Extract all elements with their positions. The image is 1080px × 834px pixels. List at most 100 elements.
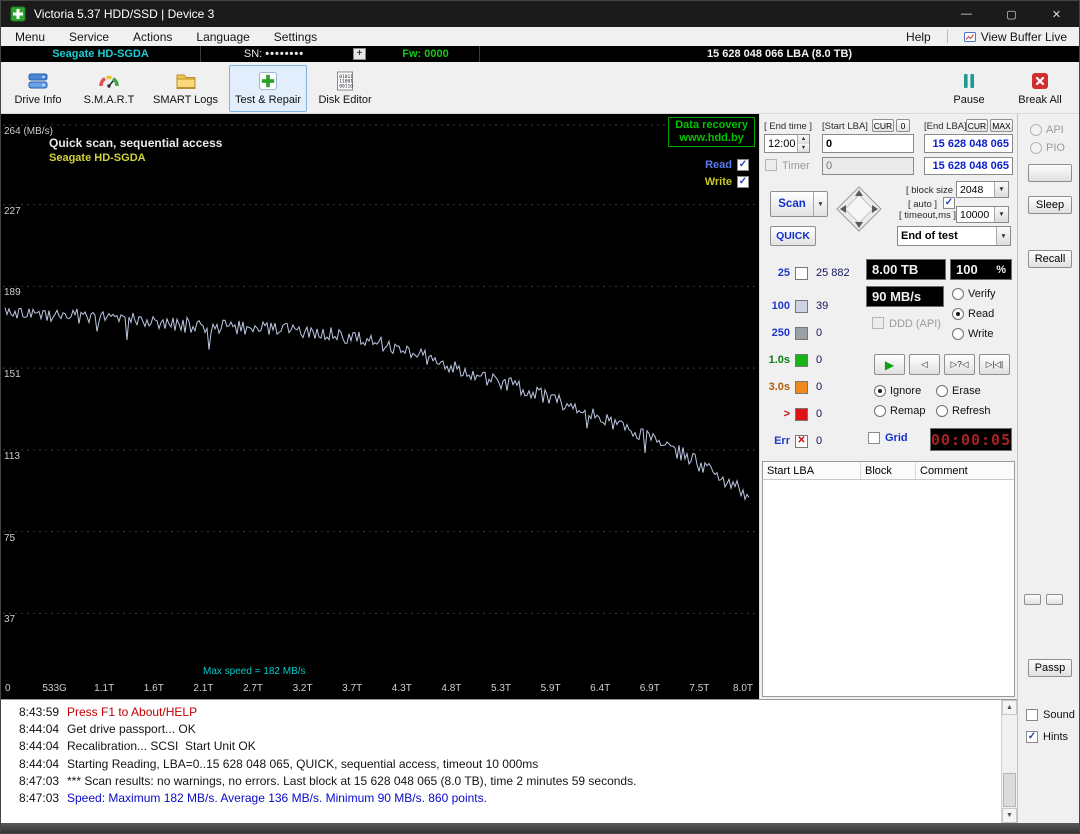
scroll-down-icon[interactable]: ▼ <box>1002 808 1017 823</box>
ddd-api-label: DDD (API) <box>889 318 941 330</box>
view-buffer-live-button[interactable]: View Buffer Live <box>952 27 1079 46</box>
menu-help[interactable]: Help <box>894 27 943 46</box>
y-axis-tick-label: 227 <box>4 206 21 217</box>
drive-info-button[interactable]: Drive Info <box>5 65 71 112</box>
column-comment[interactable]: Comment <box>916 462 1014 479</box>
error-checkbox[interactable]: ✕ <box>795 435 808 448</box>
minimize-button[interactable]: — <box>944 1 989 27</box>
elapsed-time-lcd: 00:00:05 <box>930 428 1012 451</box>
scroll-thumb[interactable] <box>1003 773 1016 807</box>
small-button-2[interactable] <box>1046 594 1063 605</box>
log-scrollbar[interactable]: ▲ ▼ <box>1001 700 1017 823</box>
start-lba-zero-button[interactable]: 0 <box>896 119 910 132</box>
quick-button[interactable]: QUICK <box>770 226 816 246</box>
hints-checkbox[interactable]: ✓Hints <box>1026 731 1068 743</box>
block-size-combo[interactable]: 2048▼ <box>956 181 1009 198</box>
timeout-combo[interactable]: 10000▼ <box>956 206 1009 223</box>
capacity-lcd: 8.00 TB <box>866 259 946 280</box>
serial-reveal-button[interactable]: + <box>353 48 366 60</box>
scan-button[interactable]: Scan <box>771 192 813 216</box>
chart-title: Quick scan, sequential access <box>49 136 222 150</box>
grid-checkbox[interactable] <box>868 432 880 444</box>
close-button[interactable]: ✕ <box>1034 1 1079 27</box>
log-timestamp: 8:43:59 <box>19 704 67 721</box>
sound-checkbox[interactable]: Sound <box>1026 709 1075 721</box>
passport-button[interactable]: Passp <box>1028 659 1072 677</box>
small-button-1[interactable] <box>1024 594 1041 605</box>
step-back-button[interactable]: ◁ <box>909 354 940 375</box>
speed-chart[interactable]: 264 (MB/s)2271891511137537 0533G1.1T1.6T… <box>1 114 759 699</box>
pio-label: PIO <box>1046 142 1065 154</box>
menu-settings[interactable]: Settings <box>262 27 329 46</box>
log-timestamp: 8:44:04 <box>19 721 67 738</box>
refresh-radio[interactable]: Refresh <box>936 405 991 417</box>
menu-service[interactable]: Service <box>57 27 121 46</box>
jump-to-end-button[interactable]: ▷|◁| <box>979 354 1010 375</box>
scroll-up-icon[interactable]: ▲ <box>1002 700 1017 715</box>
smart-button[interactable]: S.M.A.R.T <box>76 65 142 112</box>
recall-button[interactable]: Recall <box>1028 250 1072 268</box>
jump-to-error-button[interactable]: ▷?◁ <box>944 354 975 375</box>
x-axis-tick-label: 6.4T <box>590 683 610 694</box>
start-lba-cur-button[interactable]: CUR <box>872 119 894 132</box>
remap-radio[interactable]: Remap <box>874 405 925 417</box>
ignore-radio[interactable]: Ignore <box>874 385 921 397</box>
counter-color-swatch <box>795 381 808 394</box>
combo-arrow-icon[interactable]: ▼ <box>994 207 1008 222</box>
auto-checkbox[interactable]: ✓ <box>943 197 955 209</box>
read-radio[interactable]: Read <box>952 308 994 320</box>
drive-model: Seagate HD-SGDA <box>52 48 149 60</box>
column-block[interactable]: Block <box>861 462 916 479</box>
start-scan-button[interactable]: ▶ <box>874 354 905 375</box>
menu-language[interactable]: Language <box>184 27 261 46</box>
x-axis-tick-label: 4.3T <box>392 683 412 694</box>
column-start-lba[interactable]: Start LBA <box>763 462 861 479</box>
window-title: Victoria 5.37 HDD/SSD | Device 3 <box>34 7 214 21</box>
write-radio[interactable]: Write <box>952 328 993 340</box>
y-axis-tick-label: 37 <box>4 614 15 625</box>
test-repair-button[interactable]: Test & Repair <box>229 65 307 112</box>
erase-radio[interactable]: Erase <box>936 385 981 397</box>
counter-label: > <box>762 408 790 420</box>
menu-menu[interactable]: Menu <box>3 27 57 46</box>
break-all-button[interactable]: Break All <box>1007 65 1073 112</box>
defect-table[interactable]: Start LBA Block Comment <box>762 461 1015 697</box>
counter-label: Err <box>762 435 790 447</box>
titlebar[interactable]: Victoria 5.37 HDD/SSD | Device 3 — ▢ ✕ <box>1 1 1079 27</box>
scan-button-group[interactable]: Scan ▼ <box>770 191 828 217</box>
radio-dot <box>874 385 886 397</box>
scan-dropdown-icon[interactable]: ▼ <box>813 192 827 216</box>
end-time-spinner[interactable]: 12:00 ▲▼ <box>764 134 810 153</box>
api-label: API <box>1046 124 1064 136</box>
end-lba-cur-button[interactable]: CUR <box>966 119 988 132</box>
read-speed-line <box>5 308 749 500</box>
start-lba-input[interactable]: 0 <box>822 134 914 153</box>
combo-arrow-icon[interactable]: ▼ <box>996 227 1010 245</box>
read-plot-checkbox[interactable]: ✓ <box>737 159 749 171</box>
timer-checkbox[interactable] <box>765 159 777 171</box>
spin-down-icon[interactable]: ▼ <box>798 144 809 153</box>
disk-editor-button[interactable]: 010111100100110 Disk Editor <box>312 65 378 112</box>
maximize-button[interactable]: ▢ <box>989 1 1034 27</box>
log-timestamp: 8:44:04 <box>19 756 67 773</box>
combo-arrow-icon[interactable]: ▼ <box>994 182 1008 197</box>
spin-up-icon[interactable]: ▲ <box>798 135 809 144</box>
smart-logs-button[interactable]: SMART Logs <box>147 65 224 112</box>
counter-color-swatch <box>795 300 808 313</box>
blank-button[interactable] <box>1028 164 1072 182</box>
api-radio[interactable]: API <box>1030 124 1064 136</box>
pause-button[interactable]: Pause <box>936 65 1002 112</box>
window-controls: — ▢ ✕ <box>944 1 1079 27</box>
menu-actions[interactable]: Actions <box>121 27 184 46</box>
pio-radio[interactable]: PIO <box>1030 142 1065 154</box>
end-lba-input[interactable]: 15 628 048 065 <box>924 134 1013 153</box>
ddd-api-checkbox[interactable] <box>872 317 884 329</box>
lba-navigator-pad[interactable] <box>834 184 884 234</box>
timer-value-display: 0 <box>822 157 914 175</box>
end-of-test-combo[interactable]: End of test▼ <box>897 226 1011 246</box>
latency-counter-row: 10039 <box>762 299 828 313</box>
write-plot-checkbox[interactable]: ✓ <box>737 176 749 188</box>
verify-radio[interactable]: Verify <box>952 288 996 300</box>
end-lba-max-button[interactable]: MAX <box>990 119 1013 132</box>
sleep-button[interactable]: Sleep <box>1028 196 1072 214</box>
